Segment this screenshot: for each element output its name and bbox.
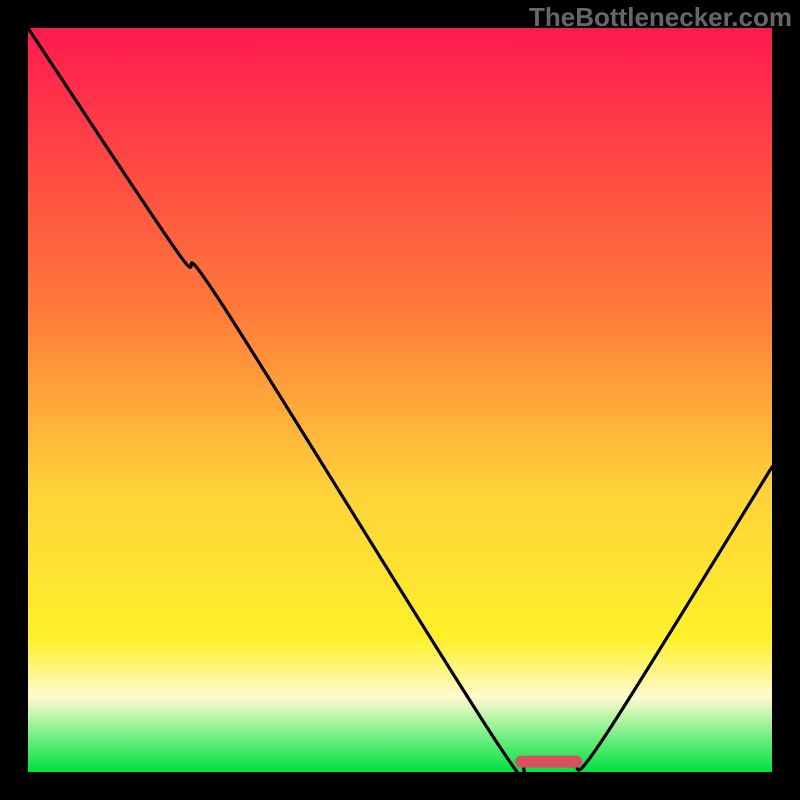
chart-frame: TheBottlenecker.com — [0, 0, 800, 800]
chart-gradient-bg — [28, 28, 772, 772]
watermark-text: TheBottlenecker.com — [529, 2, 792, 33]
chart-svg — [0, 0, 800, 800]
optimal-marker — [515, 756, 582, 768]
